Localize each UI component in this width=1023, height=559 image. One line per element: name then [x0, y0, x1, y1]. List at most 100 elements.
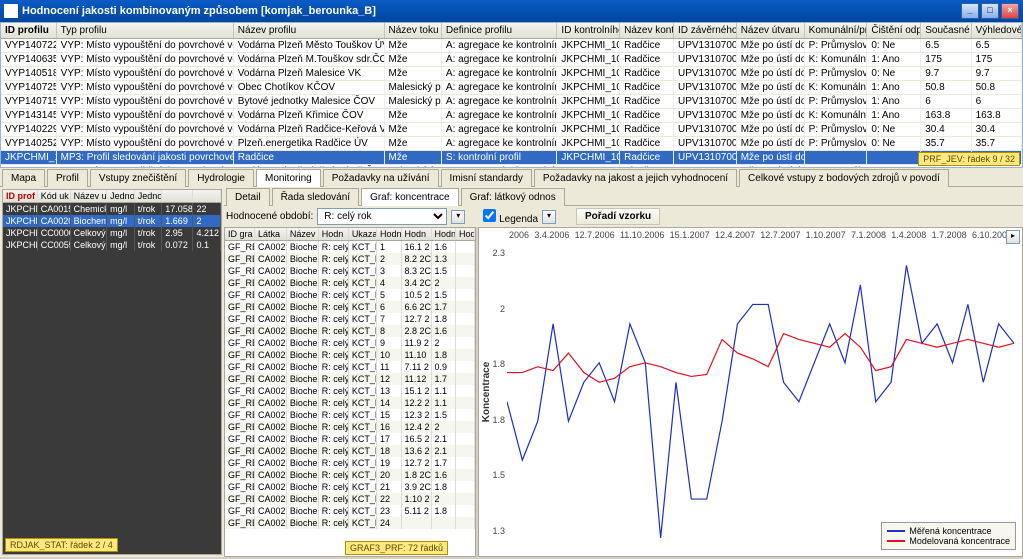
period-dropdown-button[interactable]: ▾: [451, 210, 465, 224]
sample-row[interactable]: GF_RECA002BiocheR: celýKCT_N911.9 22: [225, 337, 475, 349]
sample-row[interactable]: GF_RECA002BiocheR: celýKCT_N1912.7 21.7: [225, 457, 475, 469]
profiles-row[interactable]: JKPCHMI_1071MP3: Profil sledování jakost…: [1, 151, 1022, 165]
main-tab[interactable]: Celkové vstupy z bodových zdrojů v povod…: [739, 169, 949, 187]
main-tabs: MapaProfilVstupy znečištěníHydrologieMon…: [0, 168, 1023, 187]
profiles-row[interactable]: VYP140725VYP: Místo vypouštění do povrch…: [1, 81, 1022, 95]
close-button[interactable]: ×: [1001, 3, 1019, 19]
indicator-row[interactable]: JKPCHMCC0000Celkovýmg/lt/rok2.954.212: [3, 227, 221, 239]
legend-dropdown-button[interactable]: ▾: [542, 210, 556, 224]
left-col-header[interactable]: [193, 190, 221, 202]
sample-row[interactable]: GF_RECA002BiocheR: celýKCT_N66.6 2C1.7: [225, 301, 475, 313]
legend-entry: Měřená koncentrace: [887, 526, 1010, 536]
indicator-row[interactable]: JKPCHMCC0055Celkovýmg/lt/rok0.0720.1: [3, 239, 221, 251]
sample-row[interactable]: GF_RECA002BiocheR: celýKCT_N1211.121.7: [225, 373, 475, 385]
sample-row[interactable]: GF_RECA002BiocheR: celýKCT_N116.1 21.6: [225, 241, 475, 253]
samples-col-header[interactable]: Látka: [255, 228, 287, 240]
chart-series: [507, 265, 1014, 538]
profiles-row[interactable]: VYP140635VYP: Místo vypouštění do povrch…: [1, 53, 1022, 67]
profiles-col-header[interactable]: Současné vypo.: [921, 23, 971, 38]
profiles-col-header[interactable]: Definice profilu: [442, 23, 558, 38]
main-tab[interactable]: Požadavky na jakost a jejich vyhodnocení: [534, 169, 737, 187]
profiles-col-header[interactable]: Název profilu: [234, 23, 385, 38]
profiles-col-header[interactable]: Název toku: [385, 23, 442, 38]
maximize-button[interactable]: □: [981, 3, 999, 19]
profiles-col-header[interactable]: Název kontrolní: [620, 23, 674, 38]
samples-col-header[interactable]: Hodn: [456, 228, 475, 240]
legend-label: Měřená koncentrace: [909, 526, 991, 536]
samples-col-header[interactable]: Hodn: [432, 228, 457, 240]
profiles-row[interactable]: VYP140727VYP: Místo vypouštění do povrch…: [1, 165, 1022, 168]
profiles-col-header[interactable]: Komunální/prům: [805, 23, 868, 38]
indicator-row[interactable]: JKPCHMCA0020Biochemmg/lt/rok1.6692: [3, 215, 221, 227]
profiles-col-header[interactable]: ID kontrolního: [557, 23, 620, 38]
x-tick: 2006: [509, 230, 529, 240]
legend-checkbox-label[interactable]: Legenda: [483, 209, 538, 225]
sample-row[interactable]: GF_RECA002BiocheR: celýKCT_N1512.3 21.5: [225, 409, 475, 421]
sample-row[interactable]: GF_RECA002BiocheR: celýKCT_N28.2 2C1.3: [225, 253, 475, 265]
sample-row[interactable]: GF_RECA002BiocheR: celýKCT_N82.8 2C1.6: [225, 325, 475, 337]
profiles-row[interactable]: VYP140518VYP: Místo vypouštění do povrch…: [1, 67, 1022, 81]
sample-row[interactable]: GF_RECA002BiocheR: celýKCT_N1813.6 22.1: [225, 445, 475, 457]
sub-tab[interactable]: Řada sledování: [272, 188, 360, 206]
profiles-row[interactable]: VYP140722VYP: Místo vypouštění do povrch…: [1, 39, 1022, 53]
profiles-col-header[interactable]: Výhledové vypo: [972, 23, 1022, 38]
main-tab[interactable]: Imisní standardy: [441, 169, 532, 187]
profiles-col-header[interactable]: Typ profilu: [57, 23, 234, 38]
sample-row[interactable]: GF_RECA002BiocheR: celýKCT_N213.9 2C1.8: [225, 481, 475, 493]
sample-row[interactable]: GF_RECA002BiocheR: celýKCT_N235.11 21.8: [225, 505, 475, 517]
sample-row[interactable]: GF_RECA002BiocheR: celýKCT_N24: [225, 517, 475, 529]
main-tab[interactable]: Profil: [47, 169, 88, 187]
profiles-grid[interactable]: ID profiluTyp profiluNázev profiluNázev …: [0, 22, 1023, 168]
sample-row[interactable]: GF_RECA002BiocheR: celýKCT_N1716.5 22.1: [225, 433, 475, 445]
left-col-header[interactable]: [162, 190, 193, 202]
sub-tab[interactable]: Graf: látkový odnos: [461, 188, 565, 206]
profiles-col-header[interactable]: ID profilu: [1, 23, 57, 38]
sample-row[interactable]: GF_RECA002BiocheR: celýKCT_N117.11 20.9: [225, 361, 475, 373]
sample-row[interactable]: GF_RECA002BiocheR: celýKCT_N1612.4 22: [225, 421, 475, 433]
samples-col-header[interactable]: Hodn: [377, 228, 402, 240]
main-tab[interactable]: Mapa: [2, 169, 45, 187]
legend-swatch: [887, 530, 905, 532]
profiles-row[interactable]: VYP140252VYP: Místo vypouštění do povrch…: [1, 137, 1022, 151]
sample-row[interactable]: GF_RECA002BiocheR: celýKCT_N1315.1 21.1: [225, 385, 475, 397]
left-col-header[interactable]: Název u: [71, 190, 108, 202]
period-select[interactable]: R: celý rok: [317, 208, 447, 225]
profiles-col-header[interactable]: ID závěrného pr: [674, 23, 737, 38]
left-col-header[interactable]: Jednotl: [135, 190, 163, 202]
minimize-button[interactable]: _: [961, 3, 979, 19]
x-tick: 12.7.2007: [760, 230, 800, 240]
sample-row[interactable]: GF_RECA002BiocheR: celýKCT_N201.8 2C1.6: [225, 469, 475, 481]
profiles-row[interactable]: VYP140229VYP: Místo vypouštění do povrch…: [1, 123, 1022, 137]
main-tab[interactable]: Monitoring: [256, 169, 321, 187]
samples-col-header[interactable]: Název: [287, 228, 319, 240]
sample-row[interactable]: GF_RECA002BiocheR: celýKCT_N1011.101.8: [225, 349, 475, 361]
samples-col-header[interactable]: Hodn: [402, 228, 432, 240]
samples-col-header[interactable]: Hodn: [319, 228, 349, 240]
main-tab[interactable]: Vstupy znečištění: [90, 169, 186, 187]
samples-grid[interactable]: ID graLátkaNázevHodnUkazaHodnHodnHodnHod…: [224, 227, 476, 557]
x-tick: 12.4.2007: [715, 230, 755, 240]
legend-checkbox[interactable]: [483, 209, 496, 222]
indicator-row[interactable]: JKPCHMCA0015Chemickmg/lt/rok17.05822: [3, 203, 221, 215]
sample-row[interactable]: GF_RECA002BiocheR: celýKCT_N1412.2 21.1: [225, 397, 475, 409]
profiles-col-header[interactable]: Název útvaru: [737, 23, 805, 38]
profiles-row[interactable]: VYP140715VYP: Místo vypouštění do povrch…: [1, 95, 1022, 109]
sub-tab[interactable]: Graf: koncentrace: [361, 188, 458, 206]
left-col-header[interactable]: ID prof: [3, 190, 38, 202]
left-col-header[interactable]: Jednotk: [107, 190, 135, 202]
main-tab[interactable]: Hydrologie: [188, 169, 254, 187]
chart-scroll-right[interactable]: ▸: [1006, 230, 1020, 244]
profiles-col-header[interactable]: Čištění odp. vod: [867, 23, 921, 38]
concentration-chart: 20063.4.200612.7.200611.10.200615.1.2007…: [478, 227, 1023, 557]
sample-row[interactable]: GF_RECA002BiocheR: celýKCT_N38.3 2C1.5: [225, 265, 475, 277]
profiles-row[interactable]: VYP143145VYP: Místo vypouštění do povrch…: [1, 109, 1022, 123]
left-col-header[interactable]: Kód uk: [38, 190, 71, 202]
sample-row[interactable]: GF_RECA002BiocheR: celýKCT_N510.5 21.5: [225, 289, 475, 301]
samples-col-header[interactable]: Ukaza: [349, 228, 377, 240]
samples-col-header[interactable]: ID gra: [225, 228, 255, 240]
sample-row[interactable]: GF_RECA002BiocheR: celýKCT_N712.7 21.8: [225, 313, 475, 325]
main-tab[interactable]: Požadavky na užívání: [323, 169, 439, 187]
sample-row[interactable]: GF_RECA002BiocheR: celýKCT_N43.4 2C2: [225, 277, 475, 289]
sub-tab[interactable]: Detail: [226, 188, 270, 206]
sample-row[interactable]: GF_RECA002BiocheR: celýKCT_N221.10 22: [225, 493, 475, 505]
